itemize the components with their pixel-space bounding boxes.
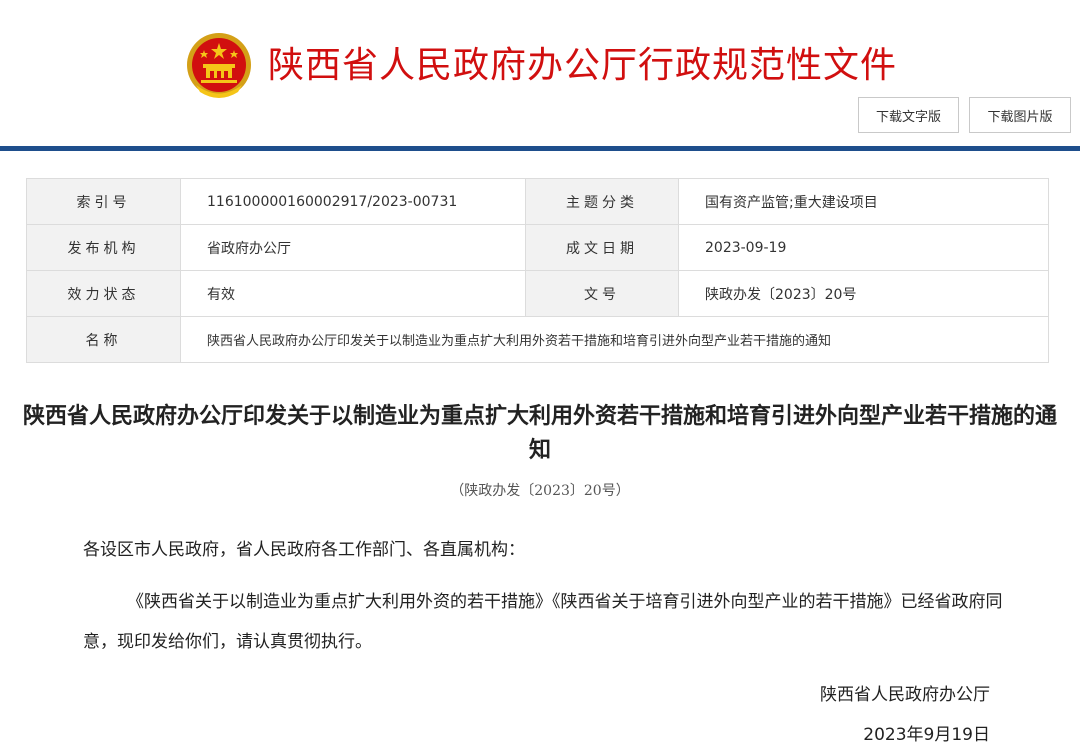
table-row: 名称 陕西省人民政府办公厅印发关于以制造业为重点扩大利用外资若干措施和培育引进外… xyxy=(27,317,1049,363)
document-metadata-table: 索引号 116100000160002917/2023-00731 主题分类 国… xyxy=(26,178,1049,363)
status-value: 有效 xyxy=(181,271,526,317)
name-value: 陕西省人民政府办公厅印发关于以制造业为重点扩大利用外资若干措施和培育引进外向型产… xyxy=(181,317,1049,363)
date-label: 成文日期 xyxy=(526,225,679,271)
topic-label: 主题分类 xyxy=(526,179,679,225)
status-label: 效力状态 xyxy=(27,271,181,317)
body-paragraph: 《陕西省关于以制造业为重点扩大利用外资的若干措施》《陕西省关于培育引进外向型产业… xyxy=(83,582,1003,662)
index-no-value: 116100000160002917/2023-00731 xyxy=(181,179,526,225)
download-text-button[interactable]: 下载文字版 xyxy=(858,97,959,133)
topic-value: 国有资产监管;重大建设项目 xyxy=(679,179,1049,225)
issuer-label: 发布机构 xyxy=(27,225,181,271)
site-title: 陕西省人民政府办公厅行政规范性文件 xyxy=(268,40,897,92)
national-emblem-icon xyxy=(186,30,252,100)
table-row: 效力状态 有效 文号 陕政办发〔2023〕20号 xyxy=(27,271,1049,317)
doc-no-label: 文号 xyxy=(526,271,679,317)
header-divider xyxy=(0,146,1080,151)
document-title: 陕西省人民政府办公厅印发关于以制造业为重点扩大利用外资若干措施和培育引进外向型产… xyxy=(20,400,1060,468)
table-row: 发布机构 省政府办公厅 成文日期 2023-09-19 xyxy=(27,225,1049,271)
table-row: 索引号 116100000160002917/2023-00731 主题分类 国… xyxy=(27,179,1049,225)
index-no-label: 索引号 xyxy=(27,179,181,225)
issuer-value: 省政府办公厅 xyxy=(181,225,526,271)
salutation: 各设区市人民政府，省人民政府各工作部门、各直属机构： xyxy=(83,530,525,570)
date-value: 2023-09-19 xyxy=(679,225,1049,271)
site-header: 陕西省人民政府办公厅行政规范性文件 下载文字版 下载图片版 xyxy=(0,0,1080,152)
document-number: （陕政办发〔2023〕20号） xyxy=(0,480,1080,500)
download-image-button[interactable]: 下载图片版 xyxy=(969,97,1071,133)
name-label: 名称 xyxy=(27,317,181,363)
doc-no-value: 陕政办发〔2023〕20号 xyxy=(679,271,1049,317)
signature-organization: 陕西省人民政府办公厅 xyxy=(820,675,990,715)
signature-date: 2023年9月19日 xyxy=(863,715,990,747)
